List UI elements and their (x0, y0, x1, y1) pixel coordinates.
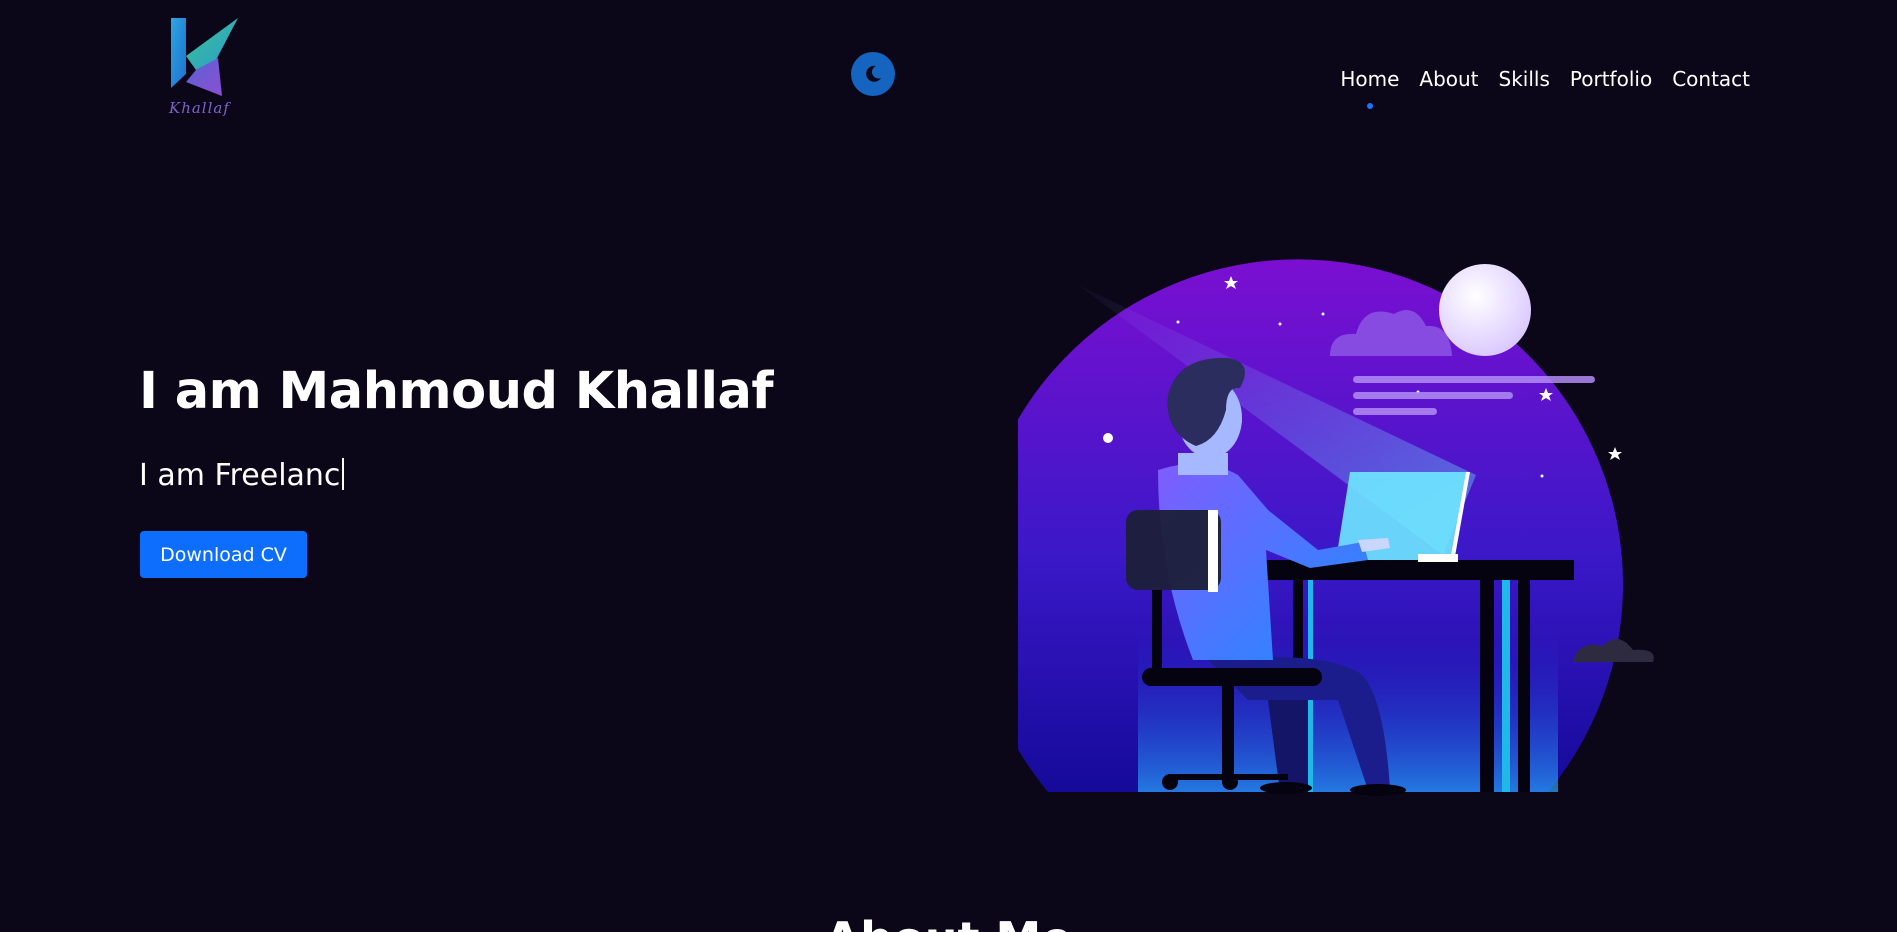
typing-caret (342, 458, 345, 490)
download-cv-button[interactable]: Download CV (140, 531, 307, 578)
hero-illustration (1018, 259, 1654, 796)
theme-toggle-button[interactable] (851, 52, 895, 96)
nav-home[interactable]: Home (1340, 64, 1400, 109)
nav-about-label: About (1419, 67, 1479, 91)
moon-graphic (1439, 264, 1531, 356)
nav-skills[interactable]: Skills (1499, 64, 1550, 94)
hero-title: I am Mahmoud Khallaf (139, 362, 774, 421)
moon-icon (866, 65, 881, 82)
nav-portfolio-label: Portfolio (1569, 67, 1653, 91)
nav-portfolio[interactable]: Portfolio (1570, 64, 1652, 94)
logo-text: Khallaf (169, 99, 230, 117)
page: Khallaf Home About Skills Portfolio Cont… (0, 0, 1897, 932)
nav-about[interactable]: About (1419, 64, 1478, 94)
nav-contact[interactable]: Contact (1672, 64, 1750, 94)
night-sky-circle (1018, 259, 1623, 792)
hero-typed-text: I am Freelanc (139, 458, 345, 493)
nav-contact-label: Contact (1672, 67, 1750, 91)
nav-home-label: Home (1340, 67, 1400, 91)
about-section-heading: About Me (0, 912, 1897, 932)
typed-text: I am Freelanc (139, 458, 341, 493)
logo[interactable]: Khallaf (166, 16, 248, 122)
logo-k-mark (171, 18, 238, 96)
nav-active-indicator (1366, 103, 1373, 109)
nav-skills-label: Skills (1498, 67, 1550, 91)
main-nav: Home About Skills Portfolio Contact (1320, 64, 1750, 109)
